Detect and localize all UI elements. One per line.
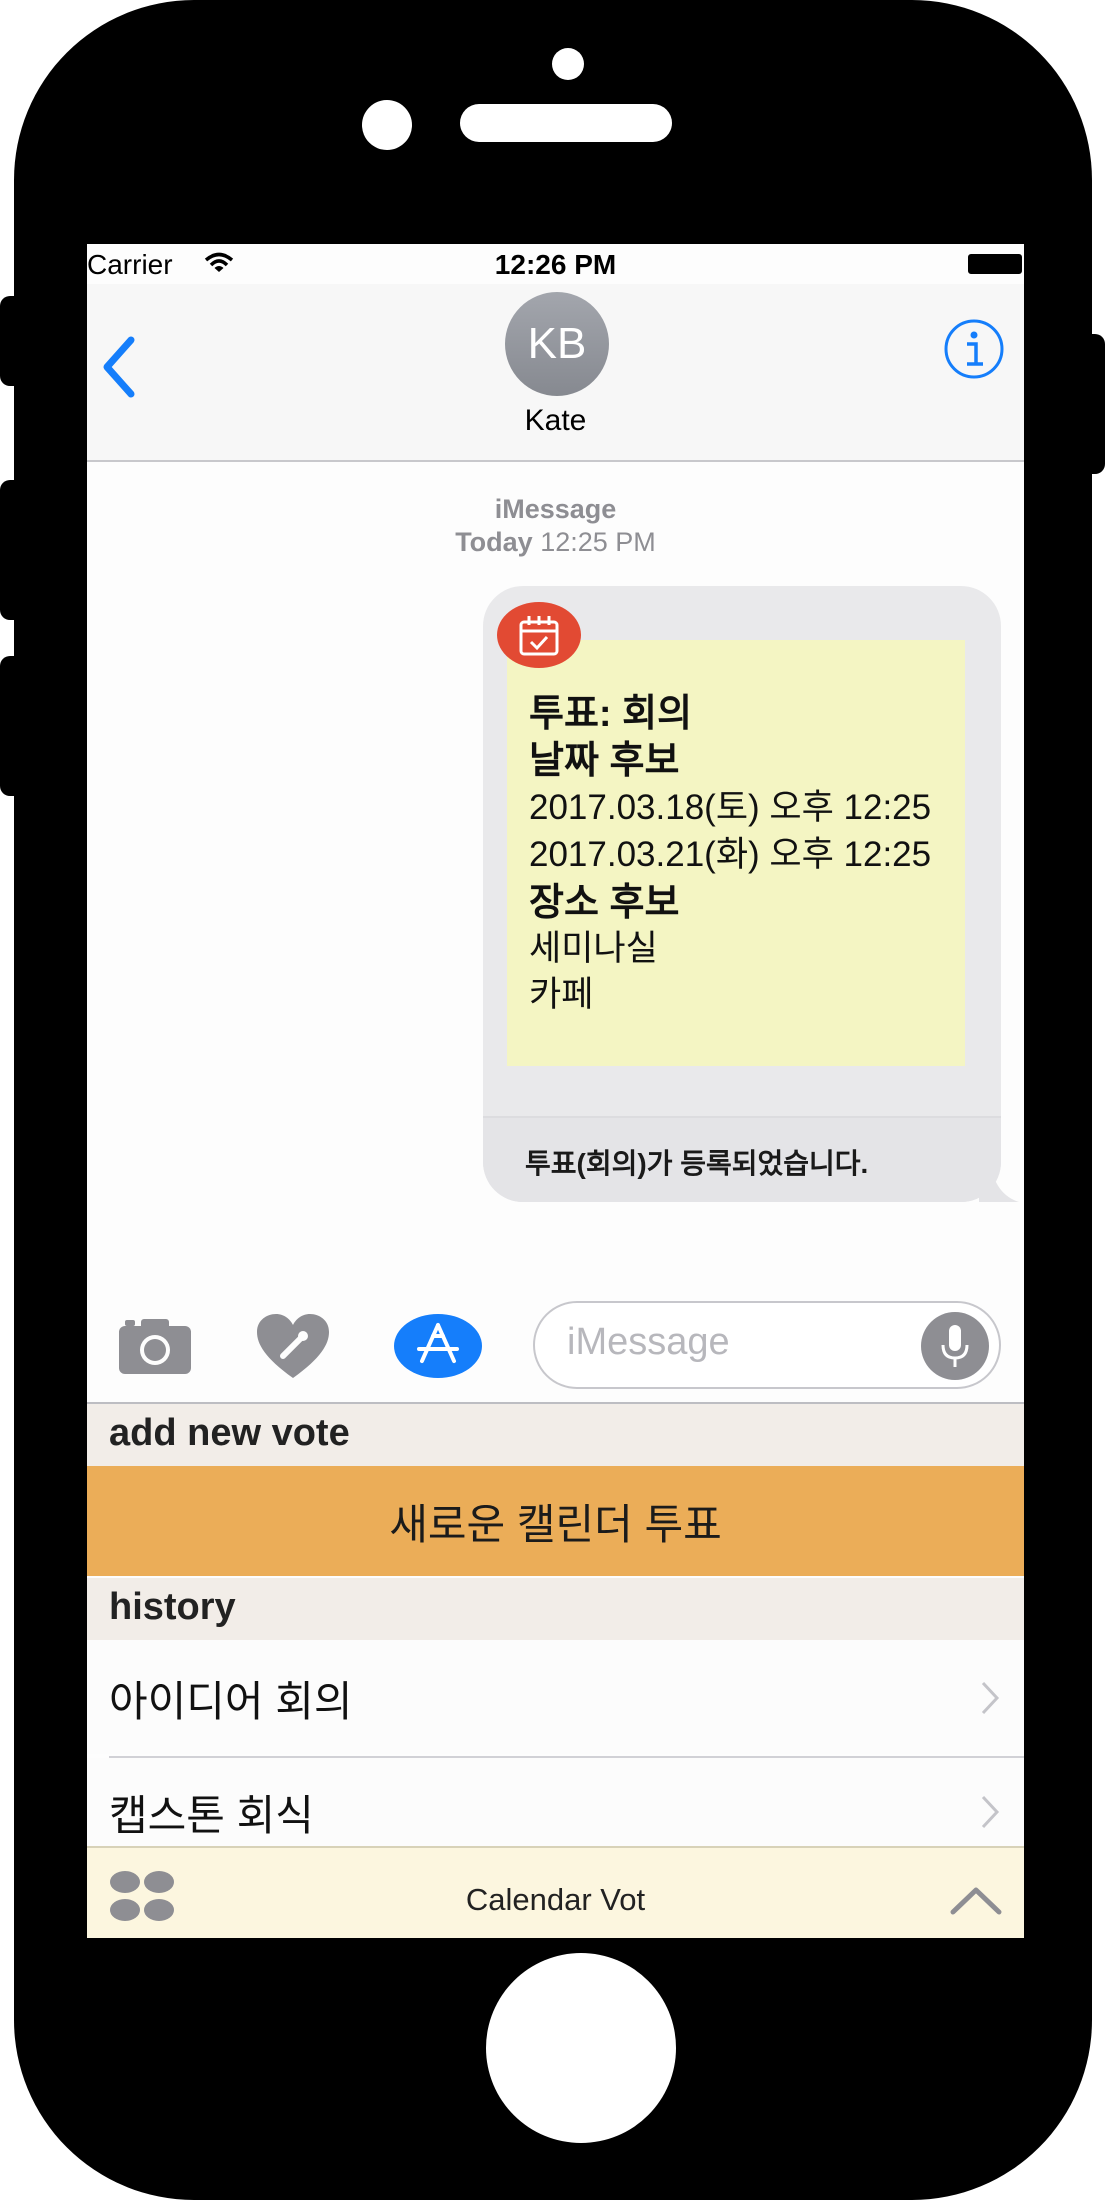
message-caption: 투표(회의)가 등록되었습니다. bbox=[525, 1148, 869, 1179]
front-camera bbox=[362, 100, 412, 150]
date-option: 2017.03.18(토) 오후 12:25 bbox=[529, 788, 932, 827]
avatar[interactable]: KB bbox=[505, 292, 609, 396]
calendar-icon bbox=[497, 602, 581, 668]
date-candidates-header: 날짜 후보 bbox=[529, 740, 680, 782]
add-vote-section-header: add new vote bbox=[87, 1404, 1024, 1466]
digital-touch-heart-icon[interactable] bbox=[255, 1312, 331, 1382]
date-label: Today bbox=[455, 527, 533, 557]
info-icon[interactable] bbox=[943, 318, 1005, 380]
history-section-title: history bbox=[109, 1586, 236, 1628]
screen: Carrier 12:26 PM KB Kate iMessage Today … bbox=[87, 244, 1024, 1938]
camera-icon[interactable] bbox=[117, 1316, 193, 1376]
home-button[interactable] bbox=[486, 1953, 676, 2143]
status-bar: Carrier 12:26 PM bbox=[87, 244, 1024, 284]
conversation-header: KB Kate bbox=[87, 284, 1024, 462]
microphone-glyph bbox=[941, 1325, 969, 1367]
battery-icon bbox=[968, 254, 1022, 274]
avatar-initials: KB bbox=[527, 319, 587, 368]
service-label: iMessage bbox=[494, 494, 617, 524]
add-vote-section-title: add new vote bbox=[109, 1412, 350, 1454]
contact-name[interactable]: Kate bbox=[87, 404, 1024, 438]
chevron-right-icon bbox=[981, 1681, 1000, 1715]
app-store-icon[interactable] bbox=[393, 1313, 483, 1379]
date-option: 2017.03.21(화) 오후 12:25 bbox=[529, 835, 932, 874]
status-time: 12:26 PM bbox=[494, 249, 617, 280]
place-option: 카페 bbox=[529, 975, 594, 1014]
history-item-label: 아이디어 회의 bbox=[109, 1678, 353, 1725]
microphone-icon[interactable] bbox=[921, 1312, 989, 1380]
back-chevron-icon[interactable] bbox=[93, 332, 153, 402]
new-calendar-vote-button[interactable]: 새로운 캘린더 투표 bbox=[87, 1466, 1024, 1576]
place-option: 세미나실 bbox=[529, 929, 658, 968]
history-item-label: 캡스톤 회식 bbox=[109, 1792, 314, 1839]
app-name: Calendar Vot bbox=[465, 1882, 646, 1917]
message-timestamp: Today 12:25 PM bbox=[87, 527, 1024, 558]
history-item[interactable]: 아이디어 회의 bbox=[87, 1640, 1024, 1754]
chevron-up-icon[interactable] bbox=[949, 1884, 1003, 1916]
proximity-sensor bbox=[552, 48, 584, 80]
calendar-glyph bbox=[519, 616, 559, 656]
new-calendar-vote-label: 새로운 캘린더 투표 bbox=[389, 1500, 722, 1548]
history-section-header: history bbox=[87, 1578, 1024, 1640]
time-label: 12:25 PM bbox=[540, 527, 656, 557]
earpiece-speaker bbox=[460, 104, 672, 142]
chevron-right-icon bbox=[981, 1795, 1000, 1829]
message-input-placeholder: iMessage bbox=[567, 1321, 730, 1363]
bubble-divider bbox=[483, 1116, 1001, 1118]
place-candidates-header: 장소 후보 bbox=[529, 882, 680, 924]
